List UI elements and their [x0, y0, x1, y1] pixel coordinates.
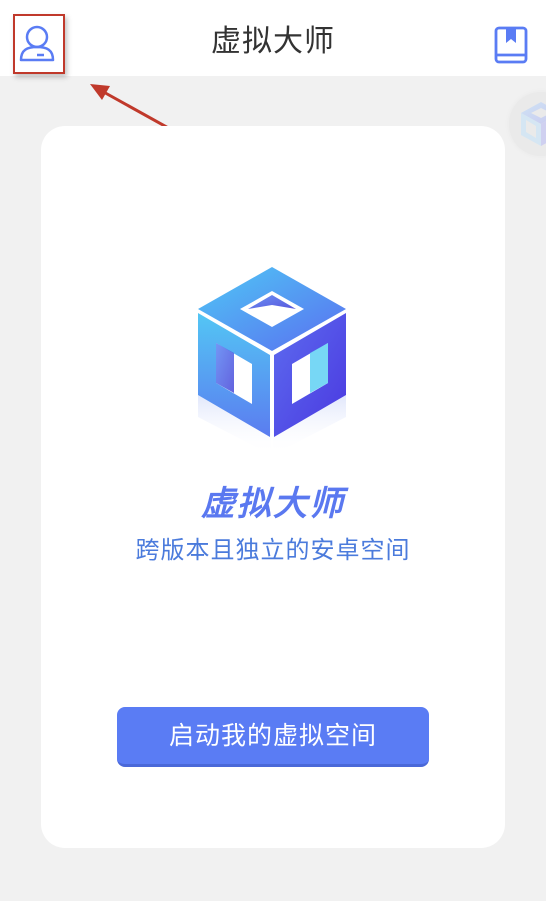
cube-logo-icon: [198, 267, 346, 455]
cube-icon: [521, 102, 546, 146]
bookmark-book-button[interactable]: [494, 26, 528, 64]
bookmark-book-icon: [494, 26, 528, 64]
app-tagline: 跨版本且独立的安卓空间: [135, 536, 411, 564]
top-app-bar: [0, 0, 546, 76]
app-name: 虚拟大师: [201, 484, 345, 524]
profile-button[interactable]: [13, 14, 65, 74]
floating-cube-button[interactable]: [509, 92, 546, 156]
user-icon: [19, 25, 55, 62]
launch-virtual-space-button[interactable]: 启动我的虚拟空间: [117, 707, 429, 767]
main-card: 虚拟大师 跨版本且独立的安卓空间 启动我的虚拟空间: [41, 126, 505, 848]
